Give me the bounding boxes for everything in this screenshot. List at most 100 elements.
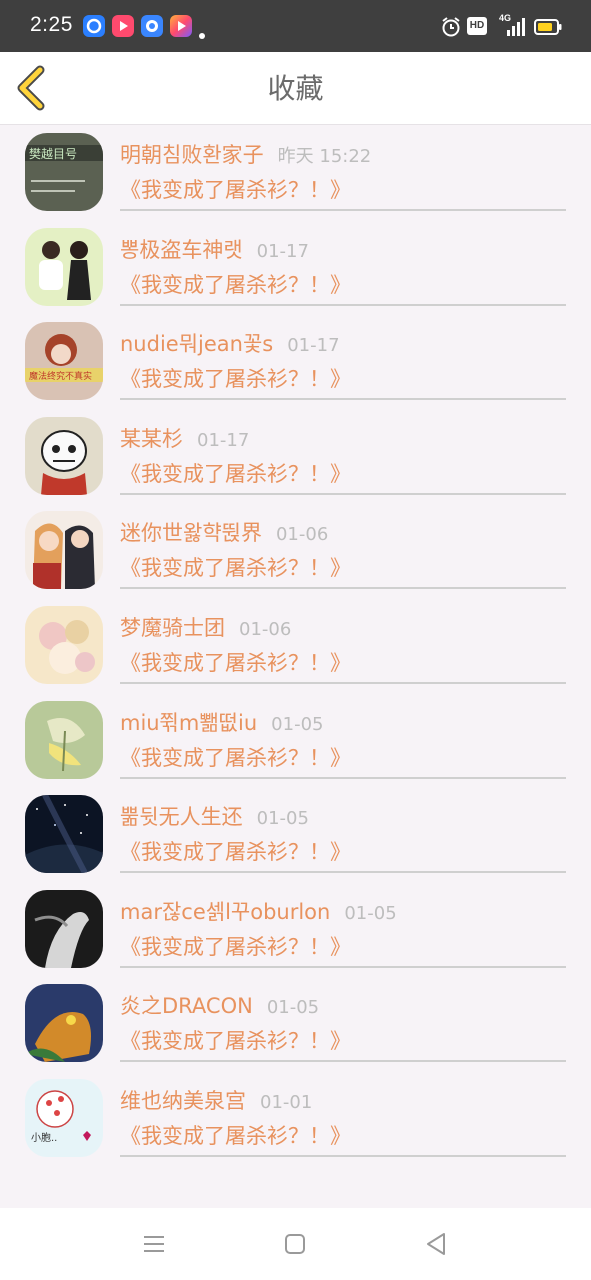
item-meta: 某某杉 01-17 xyxy=(120,424,249,454)
user-name[interactable]: 某某杉 xyxy=(120,427,183,451)
item-meta: 明朝침败환家子 昨天 15:22 xyxy=(120,140,371,170)
user-name[interactable]: miu쮞m뾂떲iu xyxy=(120,711,257,735)
avatar[interactable] xyxy=(25,227,103,306)
divider xyxy=(120,1154,566,1157)
qq-browser-icon xyxy=(83,15,105,37)
divider xyxy=(120,871,566,874)
svg-text:小胞..: 小胞.. xyxy=(31,1132,57,1144)
alarm-icon xyxy=(440,16,462,42)
status-bar: 2:25 HD 4G xyxy=(0,0,591,52)
work-title[interactable]: 《我变成了屠杀衫？！》 xyxy=(120,459,351,489)
work-title[interactable]: 《我变成了屠杀衫？！》 xyxy=(120,364,351,394)
avatar[interactable] xyxy=(25,511,103,590)
battery-icon xyxy=(534,19,562,39)
svg-text:魔法终究不真实: 魔法终究不真实 xyxy=(29,370,92,382)
avatar[interactable]: 樊越目号 xyxy=(25,133,103,211)
list-item[interactable]: 뿖뒷无人生还 01-05 《我变成了屠杀衫？！》 xyxy=(0,787,591,882)
notification-dot-icon xyxy=(199,33,205,39)
user-name[interactable]: 뽕极盗车神랫 xyxy=(120,238,243,262)
work-title[interactable]: 《我变成了屠杀衫？！》 xyxy=(120,743,351,773)
divider xyxy=(120,1060,566,1063)
list-item[interactable]: 魔法终究不真实 nudie뭐jean꽃s 01-17 《我变成了屠杀衫？！》 xyxy=(0,314,591,409)
timestamp: 01-06 xyxy=(275,524,329,546)
list-item[interactable]: miu쮞m뾂떲iu 01-05 《我变成了屠杀衫？！》 xyxy=(0,693,591,788)
avatar[interactable] xyxy=(25,889,103,968)
work-title[interactable]: 《我变成了屠杀衫？！》 xyxy=(120,1026,351,1056)
page-title: 收藏 xyxy=(267,72,324,105)
item-meta: miu쮞m뾂떲iu 01-05 xyxy=(120,708,323,738)
back-nav-button[interactable] xyxy=(420,1228,452,1260)
item-meta: 炎之DRACON 01-05 xyxy=(120,991,319,1021)
media-player-icon xyxy=(170,15,192,37)
user-name[interactable]: 维也纳美泉宫 xyxy=(120,1089,246,1113)
list-item[interactable]: 梦魔骑士团 01-06 《我变成了屠杀衫？！》 xyxy=(0,598,591,693)
user-name[interactable]: 炎之DRACON xyxy=(120,994,253,1018)
camera-app-icon xyxy=(141,15,163,37)
timestamp: 01-17 xyxy=(287,335,340,357)
system-nav-bar xyxy=(0,1208,591,1280)
avatar[interactable]: 小胞.. xyxy=(25,1078,103,1157)
divider xyxy=(120,965,566,968)
avatar[interactable] xyxy=(25,416,103,495)
header: 收藏 xyxy=(0,52,591,125)
divider xyxy=(120,303,566,306)
work-title[interactable]: 《我变成了屠杀衫？！》 xyxy=(120,1121,351,1151)
item-meta: 迷你世왏햑뛵界 01-06 xyxy=(120,518,328,548)
divider xyxy=(120,398,566,401)
list-item[interactable]: 樊越目号 明朝침败환家子 昨天 15:22 《我变成了屠杀衫？！》 xyxy=(0,125,591,220)
user-name[interactable]: nudie뭐jean꽃s xyxy=(120,332,273,356)
video-app-icon xyxy=(112,15,134,37)
timestamp: 01-05 xyxy=(266,997,320,1019)
timestamp: 01-05 xyxy=(256,808,309,830)
avatar[interactable]: 魔法终究不真实 xyxy=(25,322,103,401)
work-title[interactable]: 《我变成了屠杀衫？！》 xyxy=(120,648,351,678)
favorites-list: 樊越目号 明朝침败환家子 昨天 15:22 《我变成了屠杀衫？！》 뽕极盗车神랫 01-1… xyxy=(0,125,591,1166)
work-title[interactable]: 《我变成了屠杀衫？！》 xyxy=(120,553,351,583)
user-name[interactable]: 梦魔骑士团 xyxy=(120,616,225,640)
timestamp: 01-06 xyxy=(239,618,292,640)
hd-badge: HD xyxy=(467,17,487,35)
user-name[interactable]: 迷你世왏햑뛵界 xyxy=(120,521,262,545)
avatar[interactable] xyxy=(25,700,103,779)
user-name[interactable]: 뿖뒷无人生还 xyxy=(120,805,243,829)
home-button[interactable] xyxy=(279,1228,311,1260)
timestamp: 01-05 xyxy=(271,713,324,735)
divider xyxy=(120,587,566,590)
item-meta: 뽕极盗车神랫 01-17 xyxy=(120,235,309,265)
work-title[interactable]: 《我变成了屠杀衫？！》 xyxy=(120,932,351,962)
list-item[interactable]: 迷你世왏햑뛵界 01-06 《我变成了屠杀衫？！》 xyxy=(0,503,591,598)
divider xyxy=(120,776,566,779)
timestamp: 01-01 xyxy=(260,1091,313,1113)
timestamp: 01-17 xyxy=(256,240,309,262)
user-name[interactable]: 明朝침败환家子 xyxy=(120,143,264,167)
divider xyxy=(120,681,566,684)
avatar[interactable] xyxy=(25,795,103,874)
work-title[interactable]: 《我变成了屠杀衫？！》 xyxy=(120,270,351,300)
item-meta: nudie뭐jean꽃s 01-17 xyxy=(120,329,340,359)
timestamp: 01-17 xyxy=(197,429,250,451)
list-item[interactable]: 某某杉 01-17 《我变成了屠杀衫？！》 xyxy=(0,409,591,504)
avatar[interactable] xyxy=(25,605,103,684)
user-name[interactable]: mar잖ce셁l꾸oburlon xyxy=(120,900,330,924)
list-item[interactable]: 小胞.. 维也纳美泉宫 01-01 《我变成了屠杀衫？！》 xyxy=(0,1071,591,1166)
avatar[interactable] xyxy=(25,984,103,1063)
work-title[interactable]: 《我变成了屠杀衫？！》 xyxy=(120,837,351,867)
timestamp: 昨天 15:22 xyxy=(277,146,372,167)
list-item[interactable]: mar잖ce셁l꾸oburlon 01-05 《我变成了屠杀衫？！》 xyxy=(0,882,591,977)
back-triangle-icon xyxy=(427,1233,445,1255)
divider xyxy=(120,209,566,211)
item-meta: 뿖뒷无人生还 01-05 xyxy=(120,802,309,832)
work-title[interactable]: 《我变成了屠杀衫？！》 xyxy=(120,175,351,205)
svg-text:樊越目号: 樊越目号 xyxy=(29,147,77,161)
network-type-label: 4G xyxy=(499,13,512,23)
item-meta: 梦魔骑士团 01-06 xyxy=(120,613,291,643)
timestamp: 01-05 xyxy=(344,902,397,924)
divider xyxy=(120,492,566,495)
list-item[interactable]: 炎之DRACON 01-05 《我变成了屠杀衫？！》 xyxy=(0,976,591,1071)
item-meta: mar잖ce셁l꾸oburlon 01-05 xyxy=(120,897,397,927)
menu-button[interactable] xyxy=(138,1228,170,1260)
item-meta: 维也纳美泉宫 01-01 xyxy=(120,1086,312,1116)
list-item[interactable]: 뽕极盗车神랫 01-17 《我变成了屠杀衫？！》 xyxy=(0,220,591,315)
home-square-icon xyxy=(285,1234,305,1254)
status-time: 2:25 xyxy=(30,13,73,36)
